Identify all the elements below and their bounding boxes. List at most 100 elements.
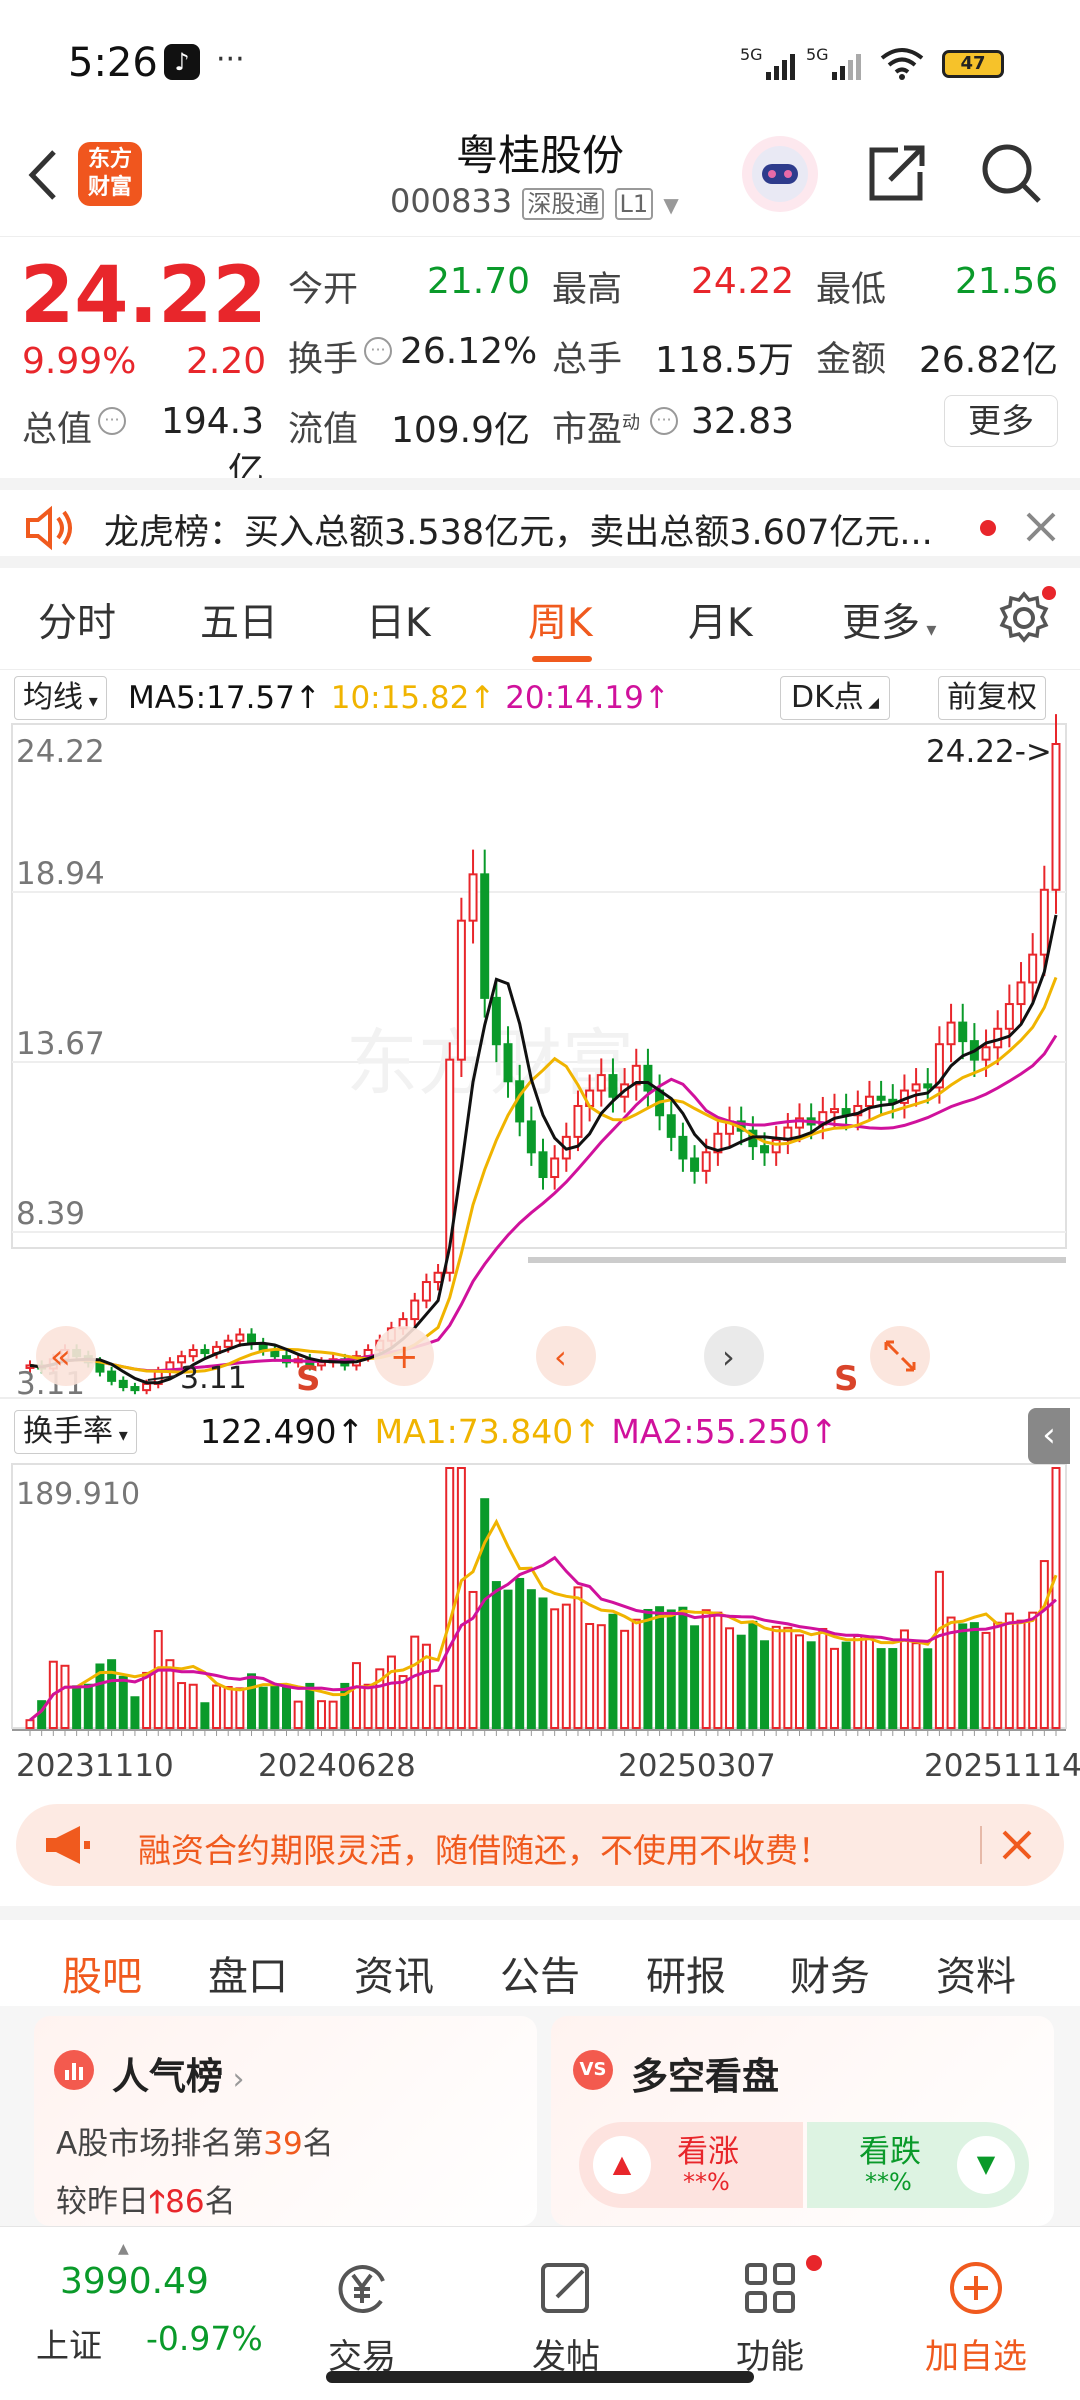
turnover-bar bbox=[550, 1608, 560, 1729]
share-icon bbox=[869, 145, 925, 201]
turnover-bar bbox=[573, 1586, 583, 1729]
candle bbox=[410, 1299, 420, 1321]
pe-label: 市盈动 bbox=[552, 401, 640, 452]
scroll-right-button[interactable]: › bbox=[704, 1326, 764, 1386]
candle bbox=[876, 1095, 886, 1101]
rank-line: A股市场排名第39名 bbox=[56, 2118, 334, 2163]
functions-button[interactable]: 功能 bbox=[700, 2255, 840, 2378]
high-value: 24.22 bbox=[690, 261, 794, 302]
divider bbox=[980, 1826, 982, 1864]
info-icon[interactable]: ··· bbox=[364, 337, 392, 365]
candle bbox=[1004, 1003, 1014, 1030]
market-badge: 深股通 bbox=[522, 188, 605, 220]
candle bbox=[142, 1382, 152, 1392]
search-button[interactable] bbox=[976, 138, 1046, 212]
turnover-bar bbox=[981, 1631, 991, 1730]
bull-button[interactable]: ▲ 看涨 **% bbox=[579, 2122, 803, 2208]
turnover-bar bbox=[200, 1702, 210, 1730]
tab-five-day[interactable]: 五日 bbox=[200, 592, 278, 648]
scroll-left-button[interactable]: ‹ bbox=[536, 1326, 596, 1386]
close-icon bbox=[1002, 1830, 1032, 1860]
add-watchlist-label: 加自选 bbox=[925, 2337, 1027, 2377]
tab-announcements[interactable]: 公告 bbox=[500, 1944, 580, 2002]
low-label: 最低 bbox=[816, 270, 887, 310]
svg-text:+: + bbox=[390, 1337, 419, 1377]
candle bbox=[923, 1083, 933, 1089]
fullscreen-button[interactable] bbox=[870, 1326, 930, 1386]
trade-button[interactable]: 交易 bbox=[292, 2257, 432, 2378]
tab-daily-k[interactable]: 日K bbox=[366, 592, 431, 648]
sentiment-card[interactable]: VS 多空看盘 ▲ 看涨 **% 看跌 **% ▼ bbox=[551, 2016, 1054, 2226]
caret-up-icon: ▲ bbox=[118, 2241, 129, 2257]
section-tabs: 股吧 盘口 资讯 公告 研报 财务 资料 bbox=[0, 1906, 1080, 2016]
tab-news[interactable]: 资讯 bbox=[354, 1944, 434, 2002]
candle bbox=[829, 1108, 839, 1114]
turnover-bar bbox=[445, 1467, 455, 1729]
turnover-bar bbox=[1016, 1619, 1026, 1730]
notification-dot bbox=[1042, 586, 1056, 600]
share-button[interactable] bbox=[862, 138, 932, 212]
turnover-bar bbox=[736, 1634, 746, 1730]
turnover-bar bbox=[561, 1603, 571, 1730]
stock-code-row[interactable]: 000833 深股通 L1 ▼ bbox=[390, 182, 700, 220]
scroll-left-fast-button[interactable]: « bbox=[36, 1326, 96, 1386]
collapse-panel-button[interactable]: ‹ bbox=[1028, 1408, 1070, 1464]
price-tick-top: 24.22 bbox=[16, 734, 105, 770]
popularity-card[interactable]: 人气榜 › A股市场排名第39名 较昨日🡑86名 bbox=[34, 2016, 537, 2226]
tab-finance[interactable]: 财务 bbox=[790, 1944, 870, 2002]
stock-code: 000833 bbox=[390, 182, 513, 220]
chevron-right-icon: › bbox=[223, 2062, 245, 2097]
back-button[interactable] bbox=[18, 140, 68, 210]
tab-pankou[interactable]: 盘口 bbox=[208, 1944, 288, 2002]
info-icon[interactable]: ··· bbox=[98, 407, 126, 435]
turnover-bar bbox=[1004, 1612, 1014, 1729]
amount-label: 金额 bbox=[816, 340, 887, 380]
turnover-bar bbox=[247, 1673, 257, 1729]
bottom-navigation: ▲ 3990.49 上证 -0.97% 交易 发帖 功能 加自选 bbox=[0, 2226, 1080, 2400]
notice-bar[interactable]: 龙虎榜：买入总额3.538亿元，卖出总额3.607亿元... bbox=[0, 478, 1080, 568]
current-price: 24.22 bbox=[20, 251, 267, 341]
close-promo-button[interactable] bbox=[996, 1824, 1038, 1870]
turnover-bar bbox=[1028, 1611, 1038, 1729]
promo-banner[interactable]: 融资合约期限灵活，随借随还，不使用不收费！ bbox=[16, 1804, 1064, 1886]
turnover-bar bbox=[608, 1613, 618, 1729]
more-button[interactable]: 更多 bbox=[944, 395, 1058, 447]
tab-guba[interactable]: 股吧 bbox=[62, 1944, 142, 2002]
turnover-bar bbox=[410, 1635, 420, 1730]
kline-chart[interactable]: 东方财富 24.22 18.94 13.67 8.39 3.11 24.22->… bbox=[0, 668, 1080, 1788]
rank-prefix: A股市场排名第 bbox=[56, 2126, 264, 2162]
candle bbox=[421, 1281, 431, 1302]
date-label: 20250307 bbox=[618, 1748, 776, 1784]
tab-monthly-k[interactable]: 月K bbox=[688, 592, 753, 648]
rank-value: 39 bbox=[263, 2126, 303, 2162]
info-icon[interactable]: ··· bbox=[650, 407, 678, 435]
tiktok-icon: ♪ bbox=[164, 44, 200, 80]
close-notice-button[interactable] bbox=[1020, 506, 1062, 552]
turnover-bar bbox=[153, 1630, 163, 1729]
candle bbox=[538, 1151, 548, 1179]
turnover-value: 122.490 bbox=[200, 1412, 337, 1451]
rank-change-prefix: 较昨日 bbox=[56, 2184, 149, 2220]
chart-settings-button[interactable] bbox=[996, 586, 1056, 650]
turnover-bar bbox=[934, 1570, 944, 1730]
turnover-bar bbox=[1051, 1467, 1061, 1729]
candle bbox=[701, 1151, 711, 1172]
price-tick-2: 18.94 bbox=[16, 856, 105, 892]
tab-more[interactable]: 更多 ▾ bbox=[842, 592, 936, 648]
zoom-in-button[interactable]: + bbox=[374, 1326, 434, 1386]
kline-chart-area[interactable]: 均线 ▾ MA5:17.57↑ 10:15.82↑ 20:14.19↑ DK点 … bbox=[0, 668, 1080, 1788]
turnover-indicator-label: 换手率 bbox=[23, 1414, 113, 1449]
candle bbox=[130, 1386, 140, 1392]
ai-assistant-icon[interactable] bbox=[742, 136, 818, 212]
candle bbox=[480, 873, 490, 999]
tab-profile[interactable]: 资料 bbox=[936, 1944, 1016, 2002]
bear-button[interactable]: 看跌 **% ▼ bbox=[807, 2122, 1029, 2208]
post-button[interactable]: 发帖 bbox=[496, 2257, 636, 2378]
bear-value: **% bbox=[865, 2168, 912, 2196]
tab-intraday[interactable]: 分时 bbox=[38, 592, 116, 648]
back-arrow-icon bbox=[28, 150, 56, 200]
tab-weekly-k[interactable]: 周K bbox=[528, 592, 593, 648]
tab-research[interactable]: 研报 bbox=[646, 1944, 726, 2002]
add-watchlist-button[interactable]: 加自选 bbox=[906, 2257, 1046, 2378]
turnover-indicator-select[interactable]: 换手率 ▾ bbox=[14, 1410, 137, 1454]
